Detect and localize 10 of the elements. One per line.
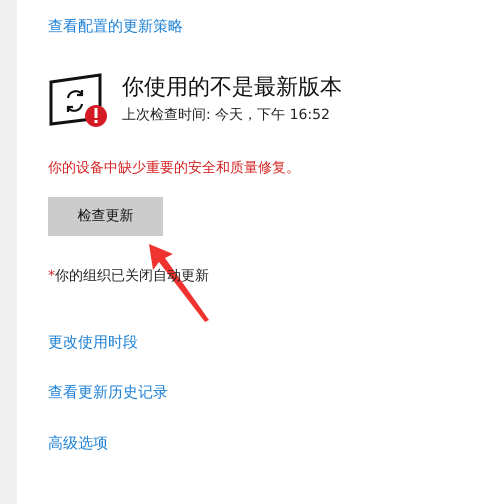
- last-checked-text: 上次检查时间: 今天，下午 16:52: [122, 106, 331, 124]
- settings-link[interactable]: 高级选项: [48, 432, 342, 454]
- policy-link[interactable]: 查看配置的更新策略: [48, 15, 342, 38]
- settings-link[interactable]: 更改使用时段: [48, 330, 342, 353]
- check-updates-button[interactable]: 检查更新: [48, 196, 163, 236]
- settings-link[interactable]: 查看更新历史记录: [48, 381, 342, 404]
- status-title: 你使用的不是最新版本: [122, 74, 342, 102]
- required-mark: *: [48, 266, 55, 286]
- warning-text: 你的设备中缺少重要的安全和质量修复。: [48, 158, 301, 178]
- update-warning-icon: [48, 72, 110, 128]
